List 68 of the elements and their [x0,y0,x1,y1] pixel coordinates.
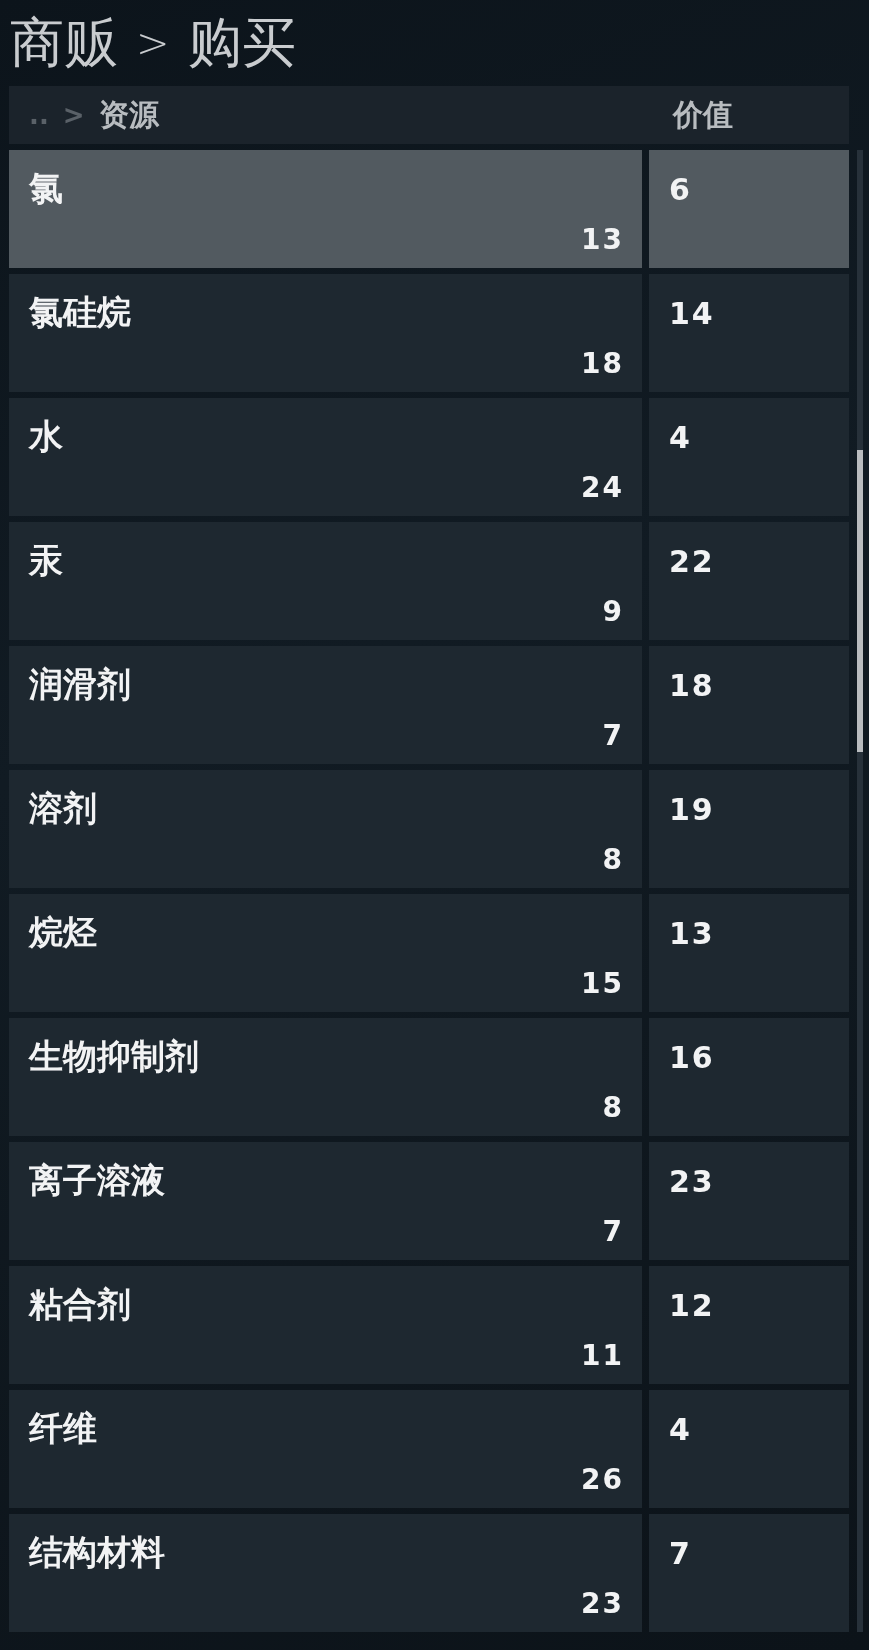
resource-name: 溶剂 [29,790,98,828]
value-cell[interactable]: 12 [649,1266,849,1384]
value: 7 [669,1536,692,1571]
resource-name: 汞 [29,542,64,580]
value-cell[interactable]: 19 [649,770,849,888]
value: 23 [669,1164,715,1199]
value-cell[interactable]: 7 [649,1514,849,1632]
quantity: 15 [581,967,624,1000]
quantity: 11 [581,1339,624,1372]
resource-cell[interactable]: 结构材料 23 [9,1514,642,1632]
value-cell[interactable]: 16 [649,1018,849,1136]
resource-name: 离子溶液 [29,1162,166,1200]
resource-name: 结构材料 [29,1534,166,1572]
value-cell[interactable]: 13 [649,894,849,1012]
value-cell[interactable]: 6 [649,150,849,268]
quantity: 7 [602,1215,624,1248]
quantity: 23 [581,1587,624,1620]
quantity: 9 [602,595,624,628]
resource-name: 润滑剂 [29,666,132,704]
resource-name: 纤维 [29,1410,98,1448]
value-cell[interactable]: 4 [649,398,849,516]
value-cell[interactable]: 14 [649,274,849,392]
value: 4 [669,1412,692,1447]
value: 6 [669,172,692,207]
page-title: 购买 [187,16,296,70]
column-header: 价值 [673,96,733,132]
value-cell[interactable]: 18 [649,646,849,764]
quantity: 13 [581,223,624,256]
resource-cell[interactable]: 氯硅烷 18 [9,274,642,392]
resource-name: 氯 [29,170,64,208]
resource-cell[interactable]: 离子溶液 7 [9,1142,642,1260]
quantity: 26 [581,1463,624,1496]
value: 4 [669,420,692,455]
quantity: 8 [602,843,624,876]
quantity: 24 [581,471,624,504]
scrollbar-thumb[interactable] [857,450,863,752]
resource-cell[interactable]: 润滑剂 7 [9,646,642,764]
resource-cell[interactable]: 粘合剂 11 [9,1266,642,1384]
breadcrumb-separator: > [62,100,85,130]
resource-name: 水 [29,418,64,456]
value: 19 [669,792,715,827]
value: 22 [669,544,715,579]
quantity: 7 [602,719,624,752]
resource-cell[interactable]: 汞 9 [9,522,642,640]
resource-name: 生物抑制剂 [29,1038,200,1076]
resource-cell[interactable]: 氯 13 [9,150,642,268]
resource-cell[interactable]: 纤维 26 [9,1390,642,1508]
value-cell[interactable]: 4 [649,1390,849,1508]
value: 16 [669,1040,715,1075]
column-header: 资源 [98,95,159,134]
resource-cell[interactable]: 溶剂 8 [9,770,642,888]
scrollbar-track[interactable] [857,150,863,1632]
resource-cell[interactable]: 烷烃 15 [9,894,642,1012]
resource-cell[interactable]: 水 24 [9,398,642,516]
quantity: 8 [602,1091,624,1124]
value-cell[interactable]: 22 [649,522,849,640]
resource-name: 粘合剂 [29,1286,132,1324]
quantity: 18 [581,347,624,380]
value: 14 [669,296,715,331]
resource-name: 氯硅烷 [29,294,132,332]
value: 12 [669,1288,715,1323]
value-cell[interactable]: 23 [649,1142,849,1260]
page-title: 商贩 [10,16,118,70]
value: 13 [669,916,715,951]
resource-cell[interactable]: 生物抑制剂 8 [9,1018,642,1136]
breadcrumb-separator: > [136,23,170,63]
resource-name: 烷烃 [29,914,98,952]
value: 18 [669,668,715,703]
